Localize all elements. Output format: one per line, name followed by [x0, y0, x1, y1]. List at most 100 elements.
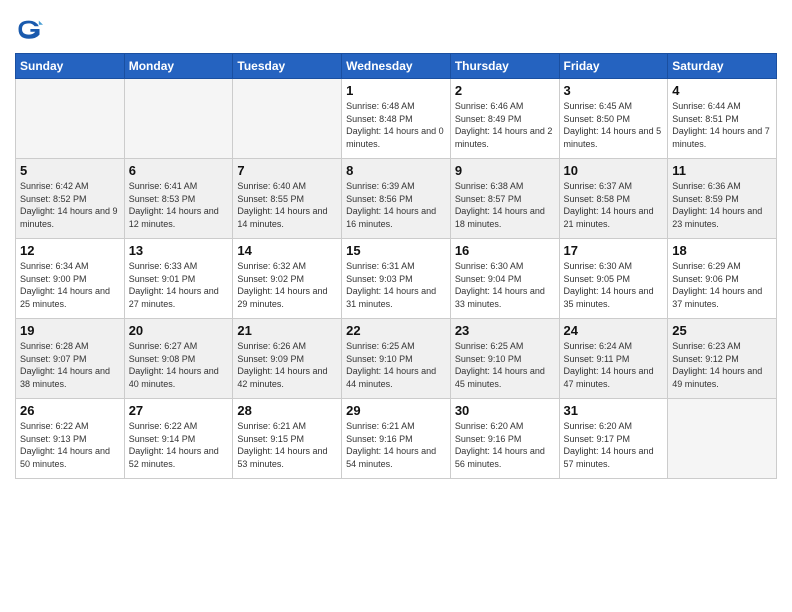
- calendar-week-4: 19 Sunrise: 6:28 AMSunset: 9:07 PMDayligh…: [16, 319, 777, 399]
- cell-info: Sunrise: 6:39 AMSunset: 8:56 PMDaylight:…: [346, 180, 446, 230]
- cell-info: Sunrise: 6:25 AMSunset: 9:10 PMDaylight:…: [346, 340, 446, 390]
- calendar-cell: 16Sunrise: 6:30 AMSunset: 9:04 PMDayligh…: [450, 239, 559, 319]
- day-number: 15: [346, 243, 446, 258]
- cell-info: Sunrise: 6:28 AMSunset: 9:07 PMDaylight:…: [20, 340, 120, 390]
- day-number: 19: [20, 323, 120, 338]
- cell-info: Sunrise: 6:26 AMSunset: 9:09 PMDaylight:…: [237, 340, 337, 390]
- cell-info: Sunrise: 6:40 AMSunset: 8:55 PMDaylight:…: [237, 180, 337, 230]
- day-number: 3: [564, 83, 664, 98]
- cell-info: Sunrise: 6:27 AMSunset: 9:08 PMDaylight:…: [129, 340, 229, 390]
- calendar-cell: [233, 79, 342, 159]
- calendar-cell: 15 Sunrise: 6:31 AMSunset: 9:03 PMDayligh…: [342, 239, 451, 319]
- calendar-cell: 24 Sunrise: 6:24 AMSunset: 9:11 PMDayligh…: [559, 319, 668, 399]
- calendar-cell: 9Sunrise: 6:38 AMSunset: 8:57 PMDaylight…: [450, 159, 559, 239]
- cell-info: Sunrise: 6:48 AMSunset: 8:48 PMDaylight:…: [346, 100, 446, 150]
- calendar-cell: 6Sunrise: 6:41 AMSunset: 8:53 PMDaylight…: [124, 159, 233, 239]
- day-number: 30: [455, 403, 555, 418]
- cell-info: Sunrise: 6:29 AMSunset: 9:06 PMDaylight:…: [672, 260, 772, 310]
- calendar-cell: [16, 79, 125, 159]
- day-number: 23: [455, 323, 555, 338]
- weekday-header-row: SundayMondayTuesdayWednesdayThursdayFrid…: [16, 54, 777, 79]
- calendar-cell: 27 Sunrise: 6:22 AMSunset: 9:14 PMDayligh…: [124, 399, 233, 479]
- day-number: 16: [455, 243, 555, 258]
- calendar-cell: 2 Sunrise: 6:46 AMSunset: 8:49 PMDaylight…: [450, 79, 559, 159]
- calendar-cell: 12 Sunrise: 6:34 AMSunset: 9:00 PMDayligh…: [16, 239, 125, 319]
- calendar-cell: [668, 399, 777, 479]
- cell-info: Sunrise: 6:31 AMSunset: 9:03 PMDaylight:…: [346, 260, 446, 310]
- calendar-cell: 1 Sunrise: 6:48 AMSunset: 8:48 PMDaylight…: [342, 79, 451, 159]
- calendar-week-1: 1 Sunrise: 6:48 AMSunset: 8:48 PMDaylight…: [16, 79, 777, 159]
- weekday-header-thursday: Thursday: [450, 54, 559, 79]
- calendar-cell: 21Sunrise: 6:26 AMSunset: 9:09 PMDayligh…: [233, 319, 342, 399]
- day-number: 10: [564, 163, 664, 178]
- calendar-cell: 17 Sunrise: 6:30 AMSunset: 9:05 PMDayligh…: [559, 239, 668, 319]
- day-number: 31: [564, 403, 664, 418]
- day-number: 8: [346, 163, 446, 178]
- day-number: 11: [672, 163, 772, 178]
- day-number: 29: [346, 403, 446, 418]
- cell-info: Sunrise: 6:25 AMSunset: 9:10 PMDaylight:…: [455, 340, 555, 390]
- calendar-cell: 29 Sunrise: 6:21 AMSunset: 9:16 PMDayligh…: [342, 399, 451, 479]
- weekday-header-sunday: Sunday: [16, 54, 125, 79]
- day-number: 13: [129, 243, 229, 258]
- calendar-cell: 19 Sunrise: 6:28 AMSunset: 9:07 PMDayligh…: [16, 319, 125, 399]
- cell-info: Sunrise: 6:41 AMSunset: 8:53 PMDaylight:…: [129, 180, 229, 230]
- day-number: 1: [346, 83, 446, 98]
- day-number: 14: [237, 243, 337, 258]
- calendar-cell: 11 Sunrise: 6:36 AMSunset: 8:59 PMDayligh…: [668, 159, 777, 239]
- day-number: 18: [672, 243, 772, 258]
- weekday-header-wednesday: Wednesday: [342, 54, 451, 79]
- weekday-header-saturday: Saturday: [668, 54, 777, 79]
- calendar-week-2: 5 Sunrise: 6:42 AMSunset: 8:52 PMDaylight…: [16, 159, 777, 239]
- cell-info: Sunrise: 6:46 AMSunset: 8:49 PMDaylight:…: [455, 100, 555, 150]
- calendar-cell: 26 Sunrise: 6:22 AMSunset: 9:13 PMDayligh…: [16, 399, 125, 479]
- calendar-cell: 8 Sunrise: 6:39 AMSunset: 8:56 PMDaylight…: [342, 159, 451, 239]
- logo: [15, 15, 47, 43]
- cell-info: Sunrise: 6:23 AMSunset: 9:12 PMDaylight:…: [672, 340, 772, 390]
- cell-info: Sunrise: 6:21 AMSunset: 9:15 PMDaylight:…: [237, 420, 337, 470]
- calendar-cell: 28Sunrise: 6:21 AMSunset: 9:15 PMDayligh…: [233, 399, 342, 479]
- calendar-cell: 20Sunrise: 6:27 AMSunset: 9:08 PMDayligh…: [124, 319, 233, 399]
- weekday-header-friday: Friday: [559, 54, 668, 79]
- cell-info: Sunrise: 6:30 AMSunset: 9:05 PMDaylight:…: [564, 260, 664, 310]
- calendar-cell: 10 Sunrise: 6:37 AMSunset: 8:58 PMDayligh…: [559, 159, 668, 239]
- calendar-cell: 31 Sunrise: 6:20 AMSunset: 9:17 PMDayligh…: [559, 399, 668, 479]
- calendar-cell: 30Sunrise: 6:20 AMSunset: 9:16 PMDayligh…: [450, 399, 559, 479]
- cell-info: Sunrise: 6:36 AMSunset: 8:59 PMDaylight:…: [672, 180, 772, 230]
- day-number: 2: [455, 83, 555, 98]
- calendar-cell: 14Sunrise: 6:32 AMSunset: 9:02 PMDayligh…: [233, 239, 342, 319]
- cell-info: Sunrise: 6:21 AMSunset: 9:16 PMDaylight:…: [346, 420, 446, 470]
- calendar-cell: 5 Sunrise: 6:42 AMSunset: 8:52 PMDaylight…: [16, 159, 125, 239]
- cell-info: Sunrise: 6:20 AMSunset: 9:17 PMDaylight:…: [564, 420, 664, 470]
- cell-info: Sunrise: 6:38 AMSunset: 8:57 PMDaylight:…: [455, 180, 555, 230]
- calendar-cell: 18 Sunrise: 6:29 AMSunset: 9:06 PMDayligh…: [668, 239, 777, 319]
- day-number: 27: [129, 403, 229, 418]
- cell-info: Sunrise: 6:22 AMSunset: 9:14 PMDaylight:…: [129, 420, 229, 470]
- cell-info: Sunrise: 6:45 AMSunset: 8:50 PMDaylight:…: [564, 100, 664, 150]
- cell-info: Sunrise: 6:44 AMSunset: 8:51 PMDaylight:…: [672, 100, 772, 150]
- page-header: [15, 15, 777, 43]
- calendar-cell: 7 Sunrise: 6:40 AMSunset: 8:55 PMDaylight…: [233, 159, 342, 239]
- calendar-cell: 23 Sunrise: 6:25 AMSunset: 9:10 PMDayligh…: [450, 319, 559, 399]
- day-number: 4: [672, 83, 772, 98]
- day-number: 17: [564, 243, 664, 258]
- cell-info: Sunrise: 6:33 AMSunset: 9:01 PMDaylight:…: [129, 260, 229, 310]
- day-number: 24: [564, 323, 664, 338]
- day-number: 25: [672, 323, 772, 338]
- calendar-cell: 13 Sunrise: 6:33 AMSunset: 9:01 PMDayligh…: [124, 239, 233, 319]
- day-number: 26: [20, 403, 120, 418]
- day-number: 7: [237, 163, 337, 178]
- cell-info: Sunrise: 6:34 AMSunset: 9:00 PMDaylight:…: [20, 260, 120, 310]
- calendar-week-3: 12 Sunrise: 6:34 AMSunset: 9:00 PMDayligh…: [16, 239, 777, 319]
- weekday-header-monday: Monday: [124, 54, 233, 79]
- day-number: 5: [20, 163, 120, 178]
- day-number: 22: [346, 323, 446, 338]
- day-number: 12: [20, 243, 120, 258]
- logo-icon: [15, 15, 43, 43]
- cell-info: Sunrise: 6:24 AMSunset: 9:11 PMDaylight:…: [564, 340, 664, 390]
- calendar-cell: 3 Sunrise: 6:45 AMSunset: 8:50 PMDaylight…: [559, 79, 668, 159]
- cell-info: Sunrise: 6:37 AMSunset: 8:58 PMDaylight:…: [564, 180, 664, 230]
- cell-info: Sunrise: 6:22 AMSunset: 9:13 PMDaylight:…: [20, 420, 120, 470]
- weekday-header-tuesday: Tuesday: [233, 54, 342, 79]
- cell-info: Sunrise: 6:42 AMSunset: 8:52 PMDaylight:…: [20, 180, 120, 230]
